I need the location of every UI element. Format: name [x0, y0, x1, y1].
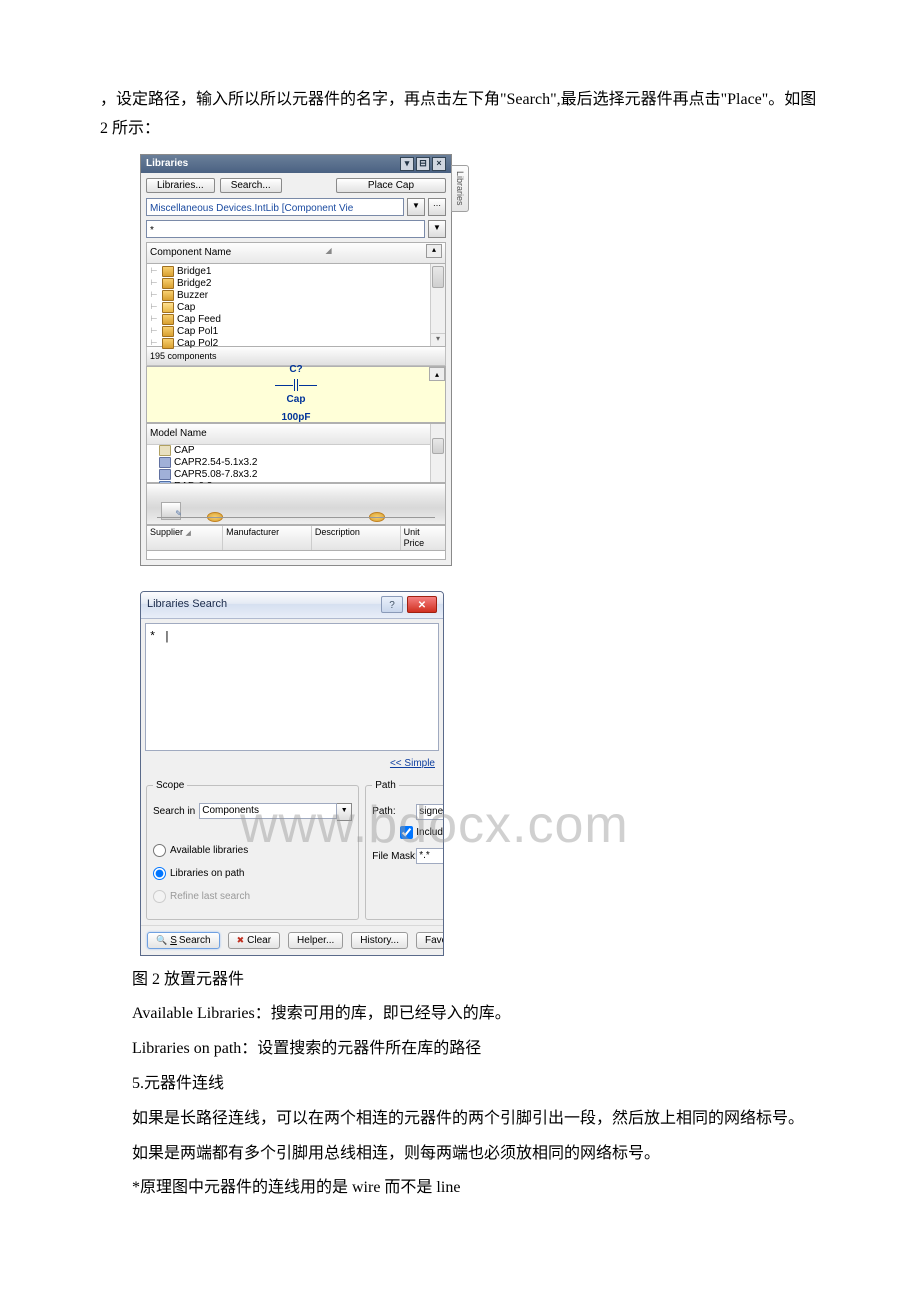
col-supplier[interactable]: Supplier ◢ [147, 526, 223, 550]
simple-mode-link[interactable]: << Simple [390, 758, 435, 769]
favorites-button[interactable]: Favorites... [416, 932, 444, 949]
panel-title: Libraries [146, 155, 188, 173]
body-text: *原理图中元器件的连线用的是 wire 而不是 line [100, 1174, 820, 1203]
minimize-icon[interactable]: ▾ [400, 157, 414, 171]
scrollbar[interactable]: ▾ [430, 264, 445, 346]
model-header[interactable]: Model Name [150, 425, 207, 443]
radio-available-libraries[interactable] [153, 844, 166, 857]
search-button[interactable]: 🔍SSearch [147, 932, 220, 949]
close-icon[interactable]: × [432, 157, 446, 171]
figure-caption: 图 2 放置元器件 [100, 966, 820, 995]
history-button[interactable]: History... [351, 932, 408, 949]
dropdown-icon[interactable]: ▼ [337, 803, 352, 821]
path-input[interactable] [416, 804, 444, 820]
place-button[interactable]: Place Cap [336, 178, 446, 193]
figure-2: Libraries Libraries ▾ ⊟ × Libraries... S… [140, 154, 820, 956]
more-button[interactable]: ⋯ [428, 198, 446, 216]
radio-libraries-on-path[interactable] [153, 867, 166, 880]
supplier-grid [146, 551, 446, 560]
sim-icon [159, 445, 171, 456]
list-item[interactable]: Cap Pol2 [177, 335, 218, 353]
filemask-input[interactable] [416, 848, 444, 864]
filemask-label: File Mask: [372, 848, 412, 866]
radio-refine-last [153, 890, 166, 903]
col-description[interactable]: Description [312, 526, 401, 550]
scope-fieldset: Scope Search in ▼ Available libraries Li… [146, 777, 359, 920]
component-list-header[interactable]: Component Name ◢ ▴ [146, 242, 446, 264]
body-text: 5.元器件连线 [100, 1070, 820, 1099]
dialog-titlebar: Libraries Search ? ✕ [141, 592, 443, 619]
include-subdirectories-label: Include Subdirectories [416, 824, 444, 842]
clear-icon: ✖ [237, 935, 245, 946]
column-component-name: Component Name [150, 244, 231, 262]
search-icon: 🔍 [156, 935, 167, 946]
libraries-search-dialog: Libraries Search ? ✕ * | << Simple Scope… [140, 591, 444, 956]
include-subdirectories-checkbox[interactable] [400, 826, 413, 839]
help-icon[interactable]: ? [381, 596, 403, 613]
search-button[interactable]: Search... [220, 178, 282, 193]
body-text: Libraries on path：设置搜索的元器件所在库的路径 [100, 1035, 820, 1064]
intro-text: ，设定路径，输入所以所以元器件的名字，再点击左下角"Search",最后选择元器… [100, 86, 820, 144]
filter-input[interactable]: * [146, 220, 425, 238]
model-scrollbar[interactable] [430, 424, 445, 482]
clear-button[interactable]: ✖Clear [228, 932, 280, 949]
path-legend: Path [372, 777, 399, 795]
supplier-grid-header[interactable]: Supplier ◢ Manufacturer Description Unit… [146, 525, 446, 551]
path-label: Path: [372, 803, 412, 821]
footprint-icon [159, 457, 171, 468]
scroll-up-icon[interactable]: ▴ [426, 244, 442, 258]
body-text: Available Libraries：搜索可用的库，即已经导入的库。 [100, 1000, 820, 1029]
dialog-title: Libraries Search [147, 595, 227, 615]
libraries-panel: Libraries Libraries ▾ ⊟ × Libraries... S… [140, 154, 452, 566]
dropdown-icon[interactable]: ▼ [407, 198, 425, 216]
close-icon[interactable]: ✕ [407, 596, 437, 613]
libraries-button[interactable]: Libraries... [146, 178, 215, 193]
helper-button[interactable]: Helper... [288, 932, 343, 949]
col-manufacturer[interactable]: Manufacturer [223, 526, 312, 550]
body-text: 如果是两端都有多个引脚用总线相连，则每两端也必须放相同的网络标号。 [100, 1140, 820, 1169]
body-text: 如果是长路径连线，可以在两个相连的元器件的两个引脚引出一段，然后放上相同的网络标… [100, 1105, 820, 1134]
footprint-icon [159, 469, 171, 480]
preview-scroll-up-icon[interactable]: ▴ [429, 367, 445, 381]
library-select[interactable]: Miscellaneous Devices.IntLib [Component … [146, 198, 404, 216]
component-list[interactable]: ⊢Bridge1 ⊢Bridge2 ⊢Buzzer ⊢Cap ⊢Cap Feed… [146, 264, 446, 347]
preview-designator: C? [275, 361, 317, 379]
scope-legend: Scope [153, 777, 187, 795]
searchin-select[interactable] [199, 803, 337, 819]
col-unit-price[interactable]: Unit Price [401, 526, 445, 550]
panel-titlebar: Libraries ▾ ⊟ × [141, 155, 451, 173]
pin-icon[interactable]: ⊟ [416, 157, 430, 171]
libraries-side-tab[interactable]: Libraries [451, 165, 469, 212]
filter-dropdown-icon[interactable]: ▼ [428, 220, 446, 238]
preview-name: Cap [275, 391, 317, 409]
path-fieldset: Path Path: 📁 Include Subdirectories File… [365, 777, 444, 920]
query-input[interactable]: * | [145, 623, 439, 751]
model-list: Model Name▴ CAP CAPR2.54-5.1x3.2 CAPR5.0… [146, 423, 446, 483]
component-preview: ▴ C? Cap 100pF [146, 366, 446, 423]
searchin-label: Search in [153, 803, 195, 821]
footprint-preview [146, 483, 446, 525]
